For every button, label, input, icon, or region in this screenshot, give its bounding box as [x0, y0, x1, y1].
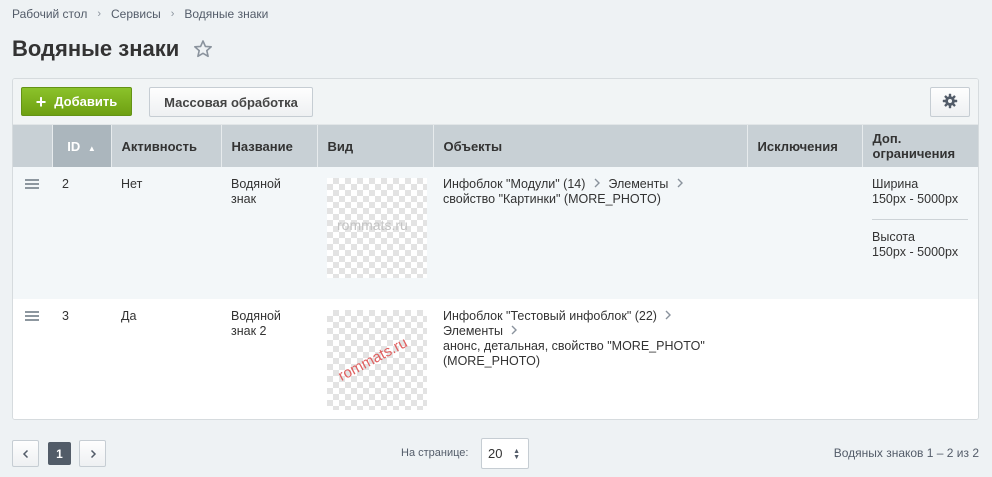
per-page-label: На странице: — [401, 447, 469, 459]
column-header-objects[interactable]: Объекты — [433, 125, 748, 167]
chevron-left-icon — [22, 449, 28, 458]
cell-limits: Ширина 150px - 5000px Высота 150px - 500… — [862, 167, 978, 299]
cell-view: rommats.ru — [317, 299, 433, 419]
column-header-id[interactable]: ID ▲ — [52, 125, 112, 167]
limit-height-value: 150px - 5000px — [872, 245, 959, 259]
cell-id: 2 — [52, 167, 111, 299]
limit-height: Высота 150px - 5000px — [872, 230, 968, 272]
add-button[interactable]: + Добавить — [21, 87, 132, 116]
breadcrumb-desktop[interactable]: Рабочий стол — [12, 7, 87, 21]
watermarks-table: ID ▲ Активность Название Вид Объекты Иск… — [13, 125, 978, 419]
cell-view: rommats.ru — [317, 167, 433, 299]
cell-active: Нет — [111, 167, 221, 299]
cell-id: 3 — [52, 299, 111, 419]
watermark-preview: rommats.ru — [327, 310, 427, 410]
watermark-preview-text: rommats.ru — [337, 217, 408, 233]
total-count: Водяных знаков 1 – 2 из 2 — [833, 446, 979, 460]
chevron-right-icon: › — [97, 8, 101, 20]
current-page[interactable]: 1 — [48, 442, 71, 465]
breadcrumb-watermarks[interactable]: Водяные знаки — [184, 7, 268, 21]
object-property: свойство "Картинки" (MORE_PHOTO) — [443, 192, 661, 206]
cell-active: Да — [111, 299, 221, 419]
column-header-name[interactable]: Название — [221, 125, 318, 167]
column-header-exclusions[interactable]: Исключения — [747, 125, 863, 167]
gear-icon — [942, 93, 958, 112]
table-row[interactable]: 3 Да Водяной знак 2 rommats.ru Инфоблок … — [13, 299, 978, 419]
limit-width: Ширина 150px - 5000px — [872, 177, 968, 219]
breadcrumb-services[interactable]: Сервисы — [111, 7, 161, 21]
page-title: Водяные знаки — [12, 36, 180, 61]
table-row[interactable]: 2 Нет Водяной знак rommats.ru Инфоблок "… — [13, 167, 978, 299]
column-header-active[interactable]: Активность — [111, 125, 222, 167]
column-header-limits[interactable]: Доп. ограничения — [862, 125, 978, 167]
mass-processing-label: Массовая обработка — [164, 94, 298, 110]
add-button-label: Добавить — [54, 94, 118, 109]
drag-handle-icon[interactable] — [25, 311, 39, 321]
chevron-right-icon — [90, 449, 96, 458]
settings-button[interactable] — [930, 87, 970, 117]
sort-asc-icon: ▲ — [87, 143, 96, 153]
cell-exclusions — [747, 167, 862, 299]
column-header-drag — [13, 125, 53, 167]
prev-page-button[interactable] — [12, 440, 39, 467]
object-iblock: Инфоблок "Модули" (14) — [443, 177, 586, 191]
column-header-id-label: ID — [67, 138, 81, 154]
row-drag-cell[interactable] — [13, 167, 52, 299]
object-iblock: Инфоблок "Тестовый инфоблок" (22) — [443, 309, 657, 323]
row-drag-cell[interactable] — [13, 299, 52, 419]
column-header-view[interactable]: Вид — [317, 125, 434, 167]
limit-width-label: Ширина — [872, 177, 919, 191]
chevron-right-icon — [594, 178, 600, 188]
per-page-select[interactable]: 20 ▲ ▼ — [481, 438, 529, 469]
chevron-right-icon: › — [170, 8, 175, 20]
cell-name: Водяной знак — [221, 167, 317, 299]
chevron-right-icon — [665, 310, 672, 320]
drag-handle-icon[interactable] — [25, 179, 39, 189]
star-icon[interactable] — [193, 39, 213, 59]
toolbar: + Добавить Массовая обработка — [13, 79, 978, 125]
chevron-right-icon — [677, 178, 683, 188]
object-elements: Элементы — [443, 324, 503, 338]
select-arrows-icon: ▲ ▼ — [513, 448, 520, 461]
breadcrumb: Рабочий стол › Сервисы › Водяные знаки — [12, 7, 268, 21]
grid-panel: + Добавить Массовая обработка ID ▲ Актив… — [12, 78, 979, 420]
per-page-value: 20 — [488, 446, 503, 461]
object-elements: Элементы — [608, 177, 669, 191]
title-row: Водяные знаки — [12, 36, 213, 62]
cell-limits — [862, 299, 978, 419]
watermark-preview-text: rommats.ru — [335, 334, 411, 385]
watermark-preview: rommats.ru — [327, 178, 427, 278]
cell-exclusions — [747, 299, 862, 419]
cell-objects: Инфоблок "Тестовый инфоблок" (22) Элемен… — [433, 299, 747, 419]
mass-processing-button[interactable]: Массовая обработка — [149, 87, 313, 117]
limit-height-label: Высота — [872, 230, 915, 244]
cell-name: Водяной знак 2 — [221, 299, 317, 419]
chevron-right-icon — [511, 325, 518, 335]
next-page-button[interactable] — [79, 440, 106, 467]
table-header-row: ID ▲ Активность Название Вид Объекты Иск… — [13, 125, 978, 167]
cell-objects: Инфоблок "Модули" (14) Элементы свойство… — [433, 167, 747, 299]
grid-footer: 1 На странице: 20 ▲ ▼ Водяных знаков 1 – … — [12, 438, 979, 469]
limit-width-value: 150px - 5000px — [872, 192, 959, 206]
limit-divider — [872, 219, 968, 220]
plus-icon: + — [35, 91, 47, 112]
object-property: анонс, детальная, свойство "MORE_PHOTO" … — [443, 339, 705, 368]
